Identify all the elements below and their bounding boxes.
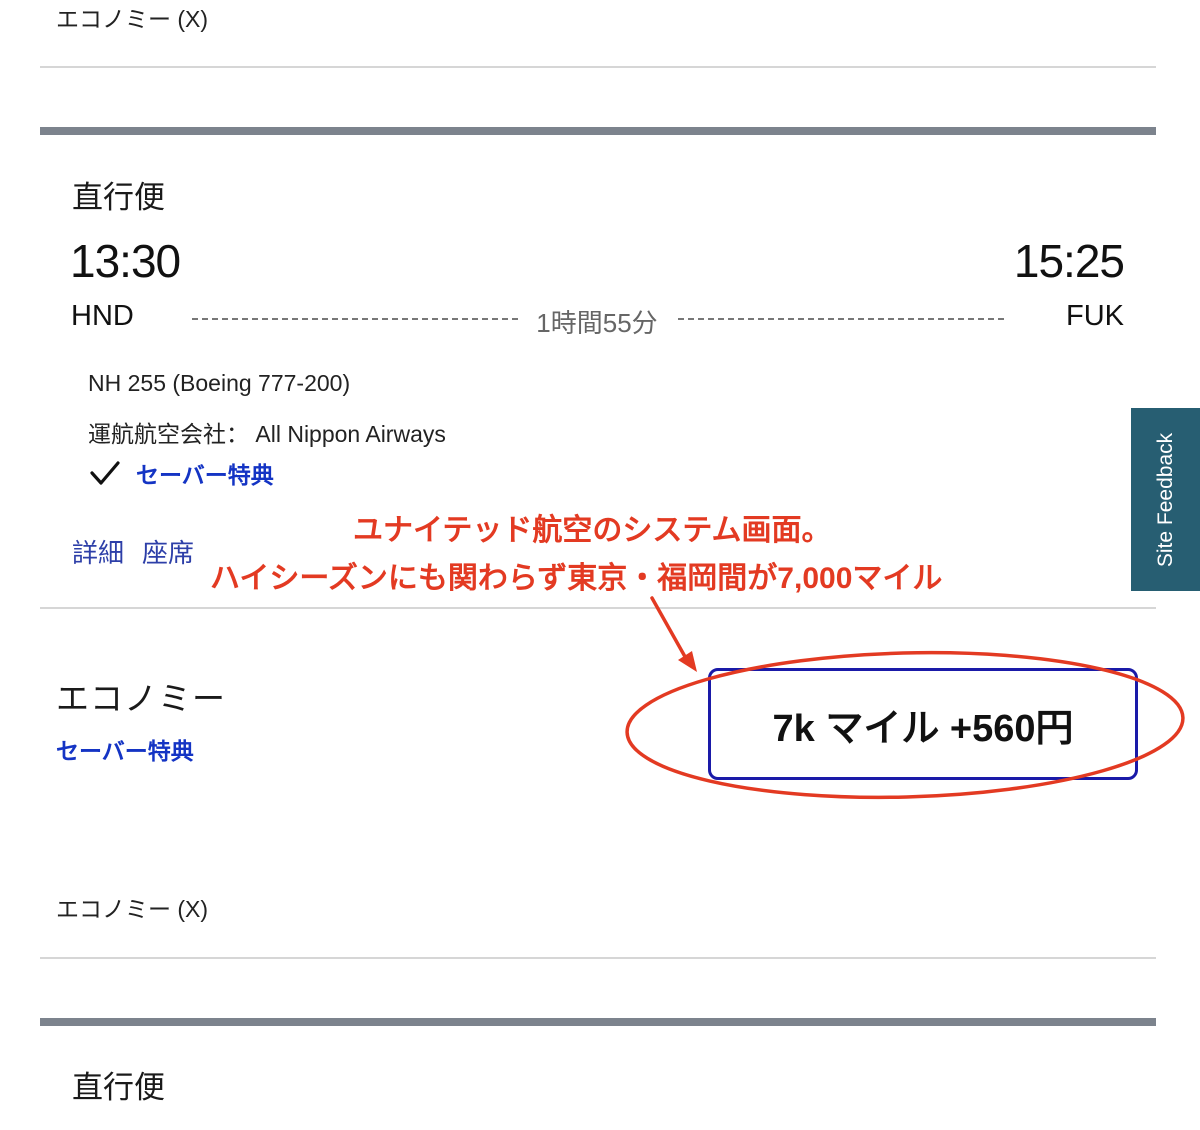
- saver-award-badge: セーバー特典: [136, 462, 274, 488]
- checkmark-icon: [90, 461, 120, 485]
- origin-airport: HND: [71, 300, 134, 332]
- route-line-right: [678, 318, 1004, 320]
- divider: [40, 66, 1156, 68]
- operating-carrier: 運航航空会社： All Nippon Airways: [88, 421, 446, 447]
- fare-badge-row: セーバー特典: [88, 456, 274, 490]
- nonstop-label-next: 直行便: [72, 1070, 165, 1105]
- annotation-line-2: ハイシーズンにも関わらず東京・福岡間が7,000マイル: [210, 562, 943, 595]
- divider: [40, 957, 1156, 959]
- section-divider: [40, 1018, 1156, 1026]
- section-divider: [40, 127, 1156, 135]
- fare-type-label: セーバー特典: [56, 738, 194, 764]
- cabin-code: エコノミー (X): [56, 896, 209, 922]
- site-feedback-label: Site Feedback: [1153, 432, 1177, 567]
- route-line-left: [192, 318, 518, 320]
- cabin-code-top: エコノミー (X): [56, 6, 209, 32]
- cabin-name: エコノミー: [56, 680, 226, 717]
- nonstop-label: 直行便: [72, 180, 165, 215]
- divider: [40, 607, 1156, 609]
- annotation-line-1: ユナイテッド航空のシステム画面。: [353, 514, 832, 547]
- departure-time: 13:30: [70, 235, 181, 287]
- flight-duration: 1時間55分: [536, 308, 658, 338]
- flight-number: NH 255 (Boeing 777-200): [88, 370, 351, 396]
- arrival-time: 15:25: [1013, 235, 1125, 287]
- fare-price-button[interactable]: 7k マイル +560円: [708, 668, 1138, 780]
- destination-airport: FUK: [1066, 300, 1124, 332]
- fare-price: 7k マイル +560円: [772, 707, 1074, 750]
- seats-link[interactable]: 座席: [142, 533, 194, 570]
- site-feedback-tab[interactable]: Site Feedback: [1131, 408, 1200, 591]
- annotation-arrowhead-icon: [678, 651, 697, 672]
- details-link[interactable]: 詳細: [72, 533, 124, 570]
